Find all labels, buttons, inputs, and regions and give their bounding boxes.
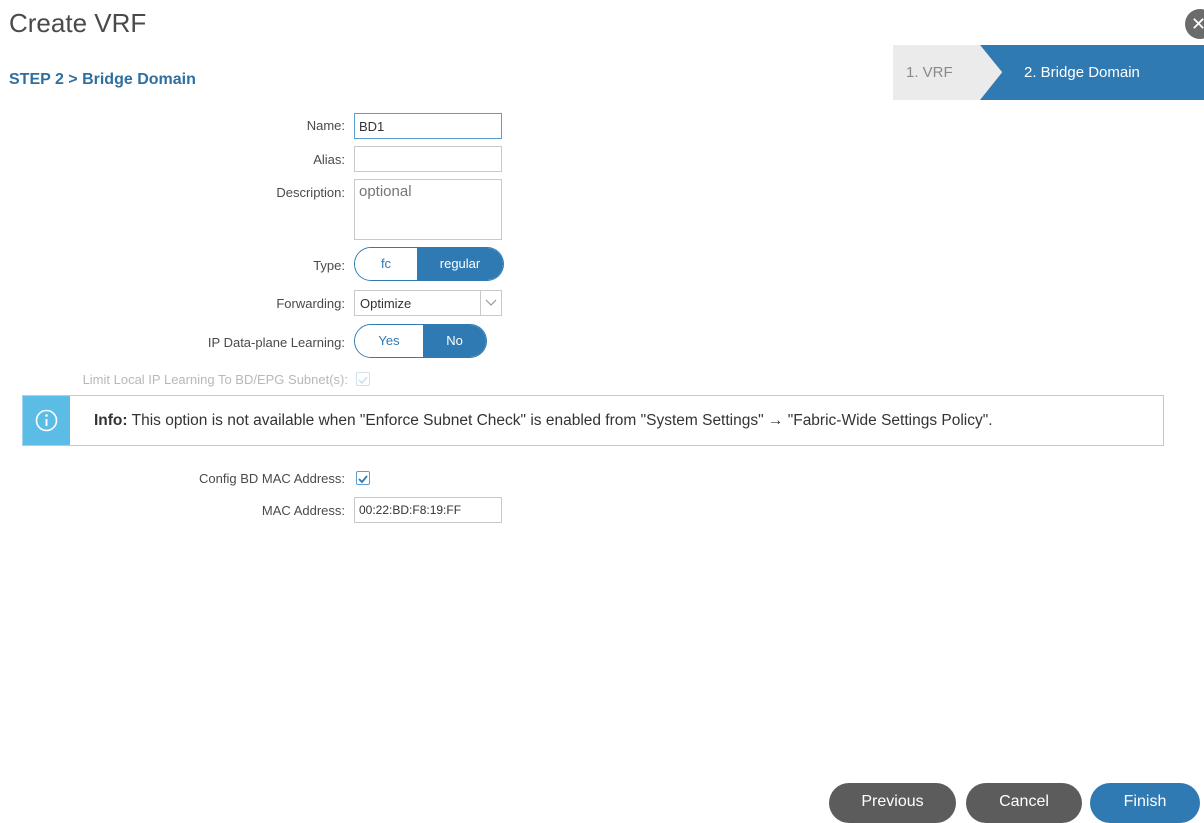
info-prefix: Info: xyxy=(94,412,128,429)
info-banner: Info: This option is not available when … xyxy=(22,395,1164,446)
cancel-button[interactable]: Cancel xyxy=(966,783,1082,823)
name-label: Name: xyxy=(306,118,345,133)
close-icon[interactable]: ✕ xyxy=(1185,9,1204,39)
step-label: STEP 2 > Bridge Domain xyxy=(9,71,196,88)
name-input[interactable] xyxy=(354,113,502,139)
config-mac-label: Config BD MAC Address: xyxy=(199,471,345,486)
alias-input[interactable] xyxy=(354,146,502,172)
info-text: Info: This option is not available when … xyxy=(94,412,993,430)
description-input[interactable] xyxy=(354,179,502,240)
forwarding-select[interactable]: Optimize xyxy=(354,290,502,316)
wizard-steps: 1. VRF 2. Bridge Domain xyxy=(893,45,1204,100)
check-icon xyxy=(358,376,368,385)
type-label: Type: xyxy=(313,258,345,273)
forwarding-value: Optimize xyxy=(360,295,412,311)
info-icon-container xyxy=(23,396,70,445)
ip-learning-toggle: Yes No xyxy=(354,324,487,358)
ip-learning-option-no[interactable]: No xyxy=(423,325,486,357)
info-icon xyxy=(35,409,58,432)
description-label: Description: xyxy=(276,185,345,200)
type-toggle: fc regular xyxy=(354,247,504,281)
config-mac-checkbox[interactable] xyxy=(356,471,370,485)
wizard-arrow xyxy=(980,45,1002,99)
type-option-regular[interactable]: regular xyxy=(417,248,503,280)
mac-address-label: MAC Address: xyxy=(261,503,345,518)
ip-learning-option-yes[interactable]: Yes xyxy=(355,325,423,357)
chevron-down-icon[interactable] xyxy=(480,291,501,315)
alias-label: Alias: xyxy=(313,152,345,167)
finish-button[interactable]: Finish xyxy=(1090,783,1200,823)
wizard-step-bridge-domain[interactable]: 2. Bridge Domain xyxy=(980,45,1204,100)
mac-address-input[interactable] xyxy=(354,497,502,523)
limit-local-checkbox[interactable] xyxy=(356,372,370,386)
limit-local-label: Limit Local IP Learning To BD/EPG Subnet… xyxy=(82,372,348,387)
check-icon xyxy=(358,475,368,484)
forwarding-label: Forwarding: xyxy=(276,296,345,311)
dialog-title: Create VRF xyxy=(9,8,147,38)
type-option-fc[interactable]: fc xyxy=(355,248,417,280)
info-message: This option is not available when "Enfor… xyxy=(127,412,993,429)
previous-button[interactable]: Previous xyxy=(829,783,956,823)
ip-learning-label: IP Data-plane Learning: xyxy=(207,335,345,350)
